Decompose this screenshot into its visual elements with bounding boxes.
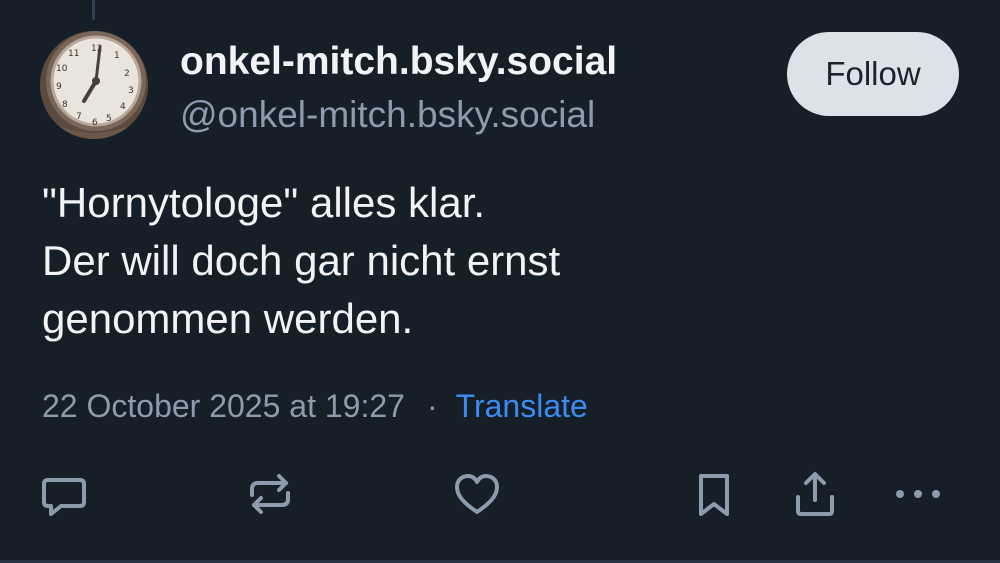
svg-text:9: 9	[56, 82, 62, 92]
avatar[interactable]: 12 1 2 3 4 5 6 7 8 9 10 11	[40, 31, 148, 139]
post-text: "Hornytologe" alles klar. Der will doch …	[42, 174, 942, 348]
repost-icon	[250, 474, 290, 514]
like-icon	[455, 474, 499, 514]
svg-text:5: 5	[106, 114, 112, 124]
share-button[interactable]	[789, 468, 841, 520]
svg-text:10: 10	[56, 64, 68, 74]
svg-text:1: 1	[114, 51, 120, 61]
reply-button[interactable]	[38, 468, 90, 520]
like-button[interactable]	[451, 468, 503, 520]
svg-text:4: 4	[120, 102, 126, 112]
translate-link[interactable]: Translate	[456, 388, 588, 425]
bookmark-button[interactable]	[688, 468, 740, 520]
follow-button[interactable]: Follow	[787, 32, 959, 116]
svg-text:3: 3	[128, 86, 134, 96]
post-timestamp: 22 October 2025 at 19:27	[42, 388, 405, 424]
reply-icon	[42, 478, 86, 516]
svg-text:7: 7	[76, 112, 82, 122]
svg-text:6: 6	[92, 118, 98, 128]
post-text-line: genommen werden.	[42, 295, 414, 342]
repost-button[interactable]	[244, 468, 296, 520]
svg-text:8: 8	[62, 100, 68, 110]
author-display-name[interactable]: onkel-mitch.bsky.social	[180, 40, 617, 84]
share-icon	[796, 472, 834, 516]
post-text-line: "Hornytologe" alles klar.	[42, 179, 486, 226]
post-meta: 22 October 2025 at 19:27 · Translate	[42, 388, 588, 425]
meta-separator: ·	[426, 388, 438, 424]
more-options-icon	[896, 490, 940, 498]
svg-text:11: 11	[68, 49, 79, 59]
author-handle[interactable]: @onkel-mitch.bsky.social	[180, 94, 595, 136]
svg-text:2: 2	[124, 69, 130, 79]
thread-connector-line	[92, 0, 95, 20]
clock-avatar-image: 12 1 2 3 4 5 6 7 8 9 10 11	[40, 31, 148, 139]
bookmark-icon	[699, 474, 729, 516]
post-text-line: Der will doch gar nicht ernst	[42, 237, 561, 284]
more-options-button[interactable]	[892, 468, 944, 520]
